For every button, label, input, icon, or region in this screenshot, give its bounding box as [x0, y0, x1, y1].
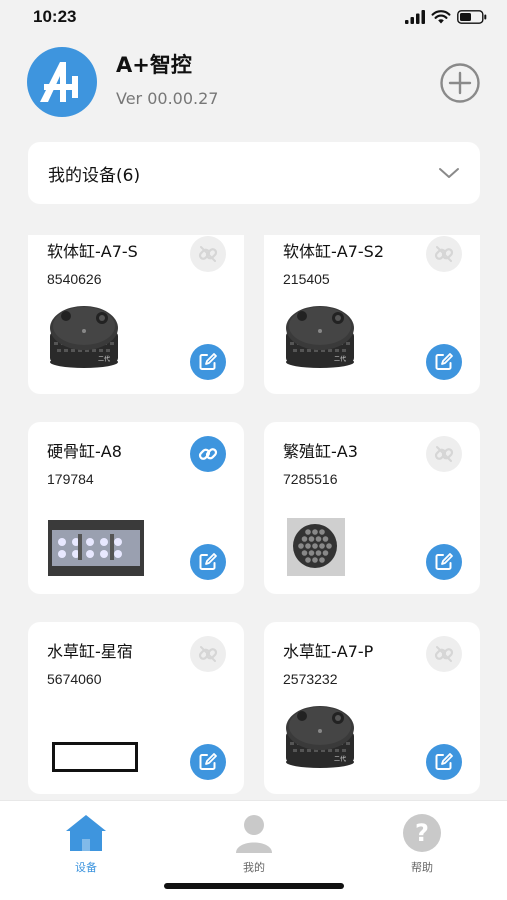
tab-label: 设备 — [75, 861, 97, 874]
edit-button[interactable] — [190, 544, 226, 580]
svg-text:二代: 二代 — [334, 355, 346, 363]
device-card[interactable]: 硬骨缸-A8 179784 — [28, 422, 244, 594]
tab-label: 我的 — [243, 861, 265, 874]
status-time: 10:23 — [33, 7, 77, 26]
rect-outline-image — [52, 742, 138, 772]
device-id: 8540626 — [47, 271, 102, 287]
app-logo — [27, 47, 97, 117]
link-icon — [434, 246, 454, 262]
device-card[interactable]: 软体缸-A7-S 8540626 二代 — [28, 235, 244, 394]
edit-icon — [435, 553, 453, 570]
device-card[interactable]: 水草缸-A7-P 2573232 二代 — [264, 622, 480, 794]
svg-text:?: ? — [415, 819, 429, 847]
device-grid: 软体缸-A7-S 8540626 二代 软体缸-A7-S2 215405 二代 硬骨缸-A8… — [0, 235, 507, 800]
app-title: A+智控 — [116, 53, 192, 77]
app-header: A+智控 Ver 00.00.27 — [0, 34, 507, 134]
add-device-button[interactable] — [439, 62, 481, 104]
link-button[interactable] — [426, 636, 462, 672]
device-name: 水草缸-A7-P — [283, 642, 374, 661]
edit-icon — [435, 753, 453, 770]
device-id: 5674060 — [47, 671, 102, 687]
app-version: Ver 00.00.27 — [116, 89, 219, 108]
device-name: 硬骨缸-A8 — [47, 442, 122, 461]
device-id: 7285516 — [283, 471, 338, 487]
round-controller-image: 二代 — [286, 706, 354, 768]
tab-mine[interactable]: 我的 — [214, 813, 294, 877]
led-panel-image — [48, 520, 144, 576]
device-card[interactable]: 繁殖缸-A3 7285516 — [264, 422, 480, 594]
link-button[interactable] — [190, 636, 226, 672]
signal-icon — [405, 10, 425, 24]
link-button[interactable] — [190, 436, 226, 472]
round-controller-image: 二代 — [286, 306, 354, 368]
my-devices-label: 我的设备(6) — [48, 165, 141, 186]
edit-icon — [435, 353, 453, 370]
wifi-icon — [431, 10, 451, 24]
device-id: 179784 — [47, 471, 94, 487]
link-icon — [198, 448, 218, 460]
tab-devices[interactable]: 设备 — [46, 813, 126, 877]
link-button[interactable] — [426, 436, 462, 472]
device-id: 2573232 — [283, 671, 338, 687]
home-indicator — [164, 883, 344, 889]
help-icon: ? — [403, 814, 441, 852]
user-icon — [236, 815, 272, 853]
link-button[interactable] — [190, 236, 226, 272]
edit-button[interactable] — [190, 344, 226, 380]
svg-text:二代: 二代 — [98, 355, 110, 363]
device-name: 软体缸-A7-S2 — [283, 242, 385, 261]
edit-button[interactable] — [426, 744, 462, 780]
link-button[interactable] — [426, 236, 462, 272]
link-icon — [434, 646, 454, 662]
edit-button[interactable] — [190, 744, 226, 780]
link-icon — [198, 646, 218, 662]
link-icon — [434, 446, 454, 462]
edit-button[interactable] — [426, 344, 462, 380]
edit-icon — [199, 553, 217, 570]
my-devices-dropdown[interactable]: 我的设备(6) — [28, 142, 480, 204]
svg-text:二代: 二代 — [334, 755, 346, 763]
device-card[interactable]: 水草缸-星宿 5674060 — [28, 622, 244, 794]
device-id: 215405 — [283, 271, 330, 287]
link-icon — [198, 246, 218, 262]
edit-icon — [199, 753, 217, 770]
hex-light-image — [287, 518, 345, 576]
device-card[interactable]: 软体缸-A7-S2 215405 二代 — [264, 235, 480, 394]
tab-help[interactable]: ? 帮助 — [382, 813, 462, 877]
device-name: 水草缸-星宿 — [47, 642, 133, 661]
edit-icon — [199, 353, 217, 370]
edit-button[interactable] — [426, 544, 462, 580]
device-name: 繁殖缸-A3 — [283, 442, 358, 461]
status-icons — [405, 10, 487, 24]
chevron-down-icon — [439, 168, 459, 178]
device-name: 软体缸-A7-S — [47, 242, 138, 261]
tab-label: 帮助 — [411, 861, 433, 874]
battery-icon — [457, 10, 487, 24]
home-icon — [66, 815, 106, 851]
round-controller-image: 二代 — [50, 306, 118, 368]
status-bar: 10:23 — [0, 0, 507, 34]
